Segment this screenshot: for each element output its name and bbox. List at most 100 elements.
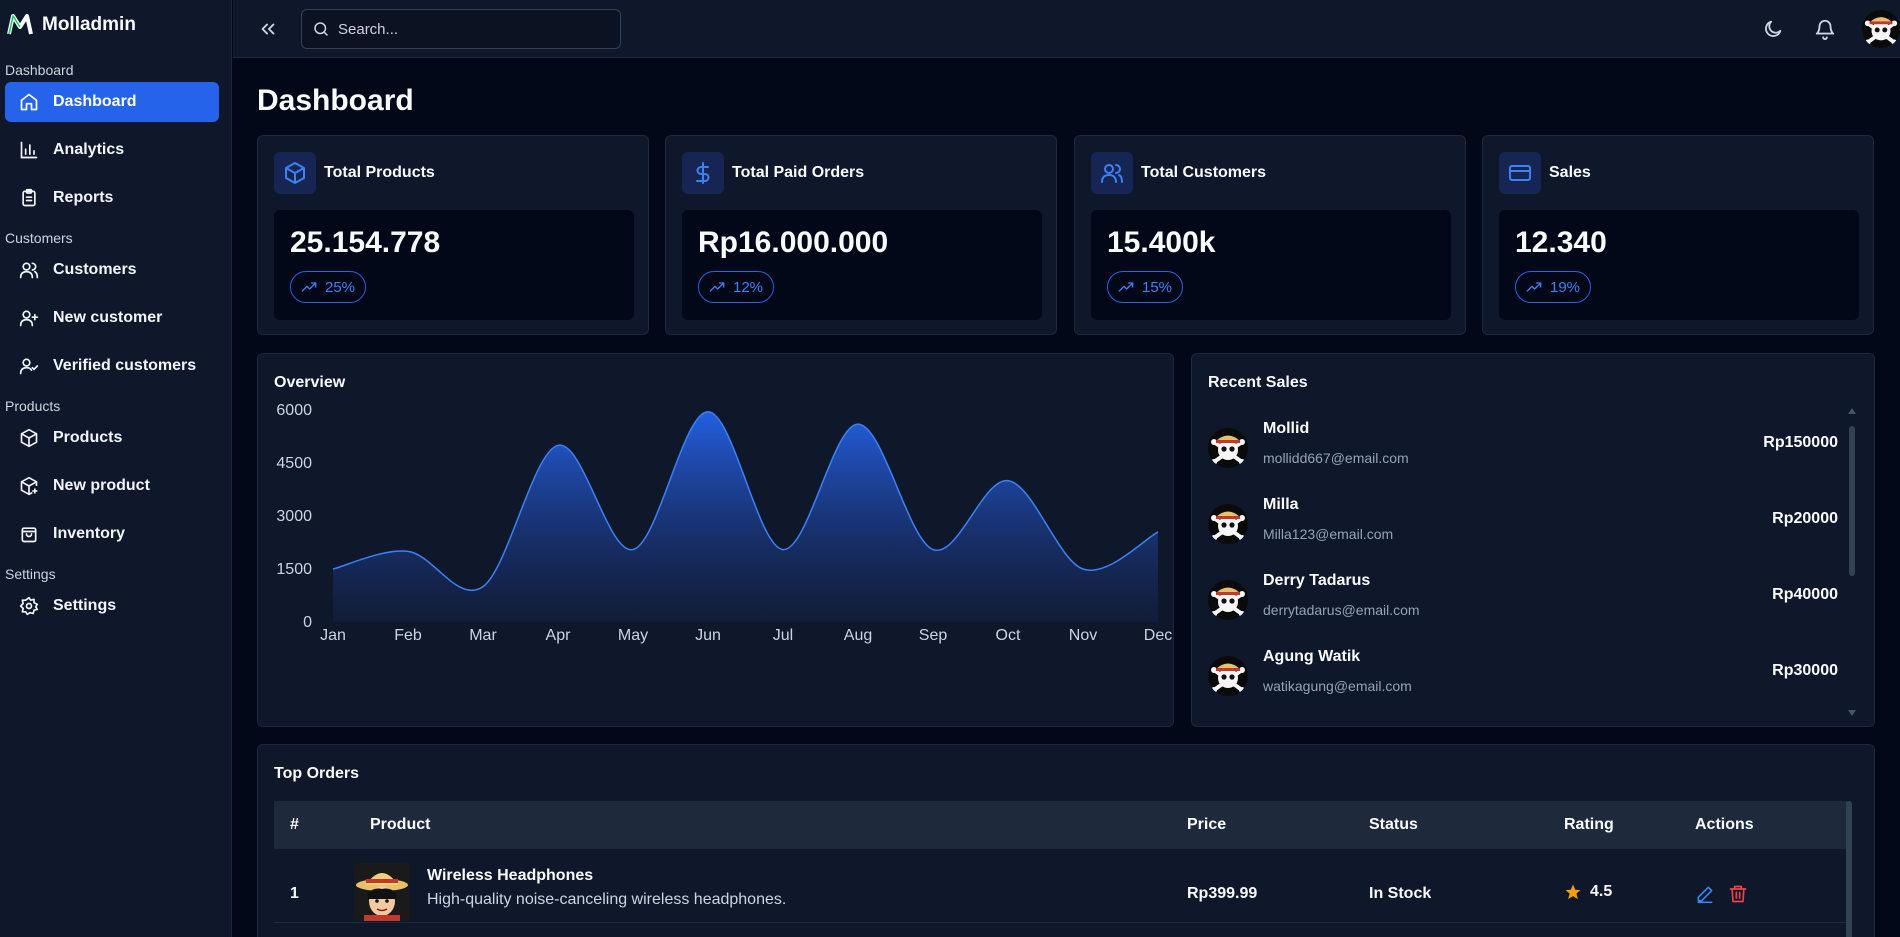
sidebar-item-customers[interactable]: Customers [5,250,219,290]
stat-card-total-paid-orders: Total Paid Orders Rp16.000.000 12% [665,135,1057,335]
search-input[interactable] [338,20,608,38]
brand[interactable]: Molladmin [0,0,231,50]
star-icon [1565,884,1581,900]
avatar [1208,580,1248,620]
y-tick-label: 6000 [276,402,312,419]
users-icon [1091,152,1133,194]
stat-change-badge: 15% [1107,271,1184,303]
sidebar-item-analytics[interactable]: Analytics [5,130,219,170]
topbar [233,0,1900,58]
column-header: # [290,816,299,833]
search-box[interactable] [301,9,621,49]
x-tick-label: Aug [844,627,872,644]
nav-section-settings: Settings [5,566,56,582]
nav-section-customers: Customers [5,230,73,246]
package-icon [20,428,38,448]
row-index: 1 [290,885,299,902]
column-header: Rating [1564,816,1614,833]
product-image [354,863,410,921]
app-name: Molladmin [42,14,136,35]
sidebar-item-label: Settings [53,597,117,614]
overview-title: Overview [274,374,346,391]
sidebar-item-label: Customers [53,261,137,278]
edit-icon[interactable] [1695,884,1715,904]
user-avatar[interactable] [1862,10,1900,48]
column-header: Actions [1695,816,1754,833]
package-icon [274,152,316,194]
stat-title: Total Paid Orders [732,164,865,181]
stat-card-total-products: Total Products 25.154.778 25% [257,135,649,335]
top-orders-card: Top Orders # Product Price Status Rating… [257,744,1875,937]
y-tick-label: 1500 [276,561,312,578]
stat-change-badge: 12% [698,271,775,303]
list-item[interactable]: Derry Tadarus derrytadarus@email.com Rp4… [1208,572,1838,634]
list-item[interactable]: Mollid mollidd667@email.com Rp150000 [1208,420,1838,482]
clipboard-icon [22,188,36,207]
x-tick-label: Nov [1069,627,1097,644]
sidebar-item-label: Products [53,429,123,446]
series-area [333,411,1158,622]
trending-up-icon [1118,282,1134,292]
table-row[interactable]: 1 Wireless Headphones High-quality noise… [274,851,1848,923]
sale-amount: Rp150000 [1763,434,1838,451]
jolly-roger-avatar-icon [1862,10,1900,48]
sale-amount: Rp20000 [1772,510,1838,527]
bar-chart-icon [20,141,38,159]
sidebar-item-label: Analytics [53,141,125,158]
scrollbar-thumb[interactable] [1849,426,1855,576]
table-header: # Product Price Status Rating Actions [274,801,1848,849]
trash-icon[interactable] [1728,884,1748,904]
x-tick-label: Jul [773,627,793,644]
stat-value: 15.400k [1107,226,1216,259]
user-plus-icon [19,310,39,327]
nav-section-dashboard: Dashboard [5,62,74,78]
trending-up-icon [1526,282,1542,292]
search-icon [314,22,328,36]
product-description: High-quality noise-canceling wireless he… [427,891,787,908]
scroll-down-icon[interactable] [1848,710,1856,716]
sidebar-item-verified-customers[interactable]: Verified customers [5,346,219,386]
customer-email: watikagung@email.com [1263,678,1412,694]
list-item[interactable]: Milla Milla123@email.com Rp20000 [1208,496,1838,558]
sidebar-item-settings[interactable]: Settings [5,586,219,626]
sidebar-item-label: Dashboard [53,93,137,110]
nav-section-products: Products [5,398,61,414]
trending-up-icon [709,282,725,292]
x-tick-label: Oct [996,627,1021,644]
column-header: Product [370,816,431,833]
stat-card-sales: Sales 12.340 19% [1482,135,1874,335]
avatar [1208,504,1248,544]
scrollbar-thumb[interactable] [1846,801,1852,937]
sidebar-item-new-customer[interactable]: New customer [5,298,219,338]
stat-value: 25.154.778 [290,226,441,259]
scroll-up-icon[interactable] [1848,408,1856,414]
user-check-icon [19,358,39,375]
x-tick-label: Feb [394,627,422,644]
stat-change-badge: 19% [1515,271,1592,303]
shopping-bag-icon [21,527,37,543]
stat-value: Rp16.000.000 [698,226,889,259]
column-header: Price [1187,816,1227,833]
stat-change: 25% [325,278,356,296]
stat-title: Total Customers [1141,164,1267,181]
x-tick-label: Jun [695,627,721,644]
bell-icon[interactable] [1814,18,1836,40]
rating: 4.5 [1564,883,1612,901]
sidebar-item-reports[interactable]: Reports [5,178,219,218]
moon-icon[interactable] [1762,18,1784,40]
customer-email: derrytadarus@email.com [1263,602,1420,618]
sidebar-item-products[interactable]: Products [5,418,219,458]
stat-change: 19% [1550,278,1581,296]
stat-change: 15% [1142,278,1173,296]
collapse-sidebar-icon[interactable] [257,18,279,40]
list-item[interactable]: Agung Watik watikagung@email.com Rp30000 [1208,648,1838,710]
customer-email: mollidd667@email.com [1263,450,1409,466]
sidebar-item-new-product[interactable]: New product [5,466,219,506]
rating-value: 4.5 [1590,883,1613,900]
molladmin-logo-icon [7,14,33,35]
sidebar-item-inventory[interactable]: Inventory [5,514,219,554]
gear-icon [19,596,39,616]
scrollbar[interactable] [1848,408,1856,716]
sidebar-item-dashboard[interactable]: Dashboard [5,82,219,122]
y-tick-label: 3000 [276,508,312,525]
